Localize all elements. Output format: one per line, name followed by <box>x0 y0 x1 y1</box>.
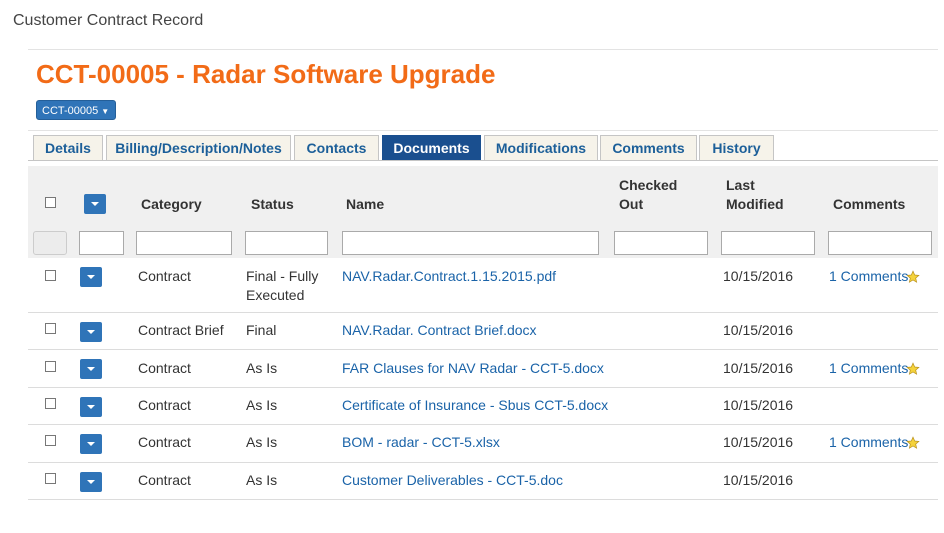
tabs-bottom-divider <box>28 160 938 161</box>
cell-last-modified: 10/15/2016 <box>723 434 794 450</box>
checked-out-line2: Out <box>619 196 644 212</box>
row-divider <box>28 424 938 425</box>
document-link[interactable]: Certificate of Insurance - Sbus CCT-5.do… <box>342 396 608 415</box>
filter-checked-out-input[interactable] <box>614 231 708 255</box>
cell-category: Contract <box>138 472 191 488</box>
column-header-comments[interactable]: Comments <box>833 195 905 214</box>
row-checkbox[interactable] <box>45 398 56 409</box>
bulk-actions-dropdown[interactable] <box>84 194 106 214</box>
star-icon <box>906 270 920 283</box>
checked-out-line1: Checked <box>619 177 678 193</box>
row-checkbox[interactable] <box>45 473 56 484</box>
row-actions-dropdown[interactable] <box>80 359 102 379</box>
breadcrumb: Customer Contract Record <box>13 12 204 29</box>
row-actions-dropdown[interactable] <box>80 267 102 287</box>
cell-category: Contract <box>138 434 191 450</box>
tab-modifications[interactable]: Modifications <box>484 135 598 161</box>
row-divider <box>28 312 938 313</box>
cell-status: Final <box>246 322 277 338</box>
row-divider <box>28 462 938 463</box>
row-checkbox[interactable] <box>45 435 56 446</box>
document-link[interactable]: NAV.Radar.Contract.1.15.2015.pdf <box>342 267 556 286</box>
tab-documents[interactable]: Documents <box>382 135 481 161</box>
tab-comments[interactable]: Comments <box>600 135 697 161</box>
row-divider <box>28 349 938 350</box>
column-header-last-modified[interactable]: Last Modified <box>726 176 784 214</box>
row-actions-dropdown[interactable] <box>80 397 102 417</box>
filter-last-modified-input[interactable] <box>721 231 815 255</box>
document-link[interactable]: FAR Clauses for NAV Radar - CCT-5.docx <box>342 359 604 378</box>
document-link[interactable]: NAV.Radar. Contract Brief.docx <box>342 321 537 340</box>
last-modified-line1: Last <box>726 177 755 193</box>
record-menu-label: CCT-00005 <box>42 105 99 117</box>
column-header-name[interactable]: Name <box>346 195 384 214</box>
record-menu-button[interactable]: CCT-00005 ▼ <box>36 100 116 120</box>
filter-placeholder <box>33 231 67 255</box>
status-line1: Final - Fully <box>246 268 319 284</box>
header-divider <box>28 49 938 50</box>
cell-category: Contract Brief <box>138 322 224 338</box>
row-actions-dropdown[interactable] <box>80 434 102 454</box>
cell-status: As Is <box>246 360 278 376</box>
last-modified-line2: Modified <box>726 196 784 212</box>
tab-contacts[interactable]: Contacts <box>294 135 379 161</box>
filter-comments-input[interactable] <box>828 231 932 255</box>
cell-status: Final - Fully Executed <box>246 267 318 305</box>
row-checkbox[interactable] <box>45 323 56 334</box>
filter-name-input[interactable] <box>342 231 599 255</box>
status-line2: Executed <box>246 287 305 303</box>
column-header-checked-out[interactable]: Checked Out <box>619 176 677 214</box>
caret-down-icon: ▼ <box>101 107 110 116</box>
document-link[interactable]: BOM - radar - CCT-5.xlsx <box>342 433 500 452</box>
cell-status: As Is <box>246 434 278 450</box>
cell-last-modified: 10/15/2016 <box>723 322 794 338</box>
cell-category: Contract <box>138 268 191 284</box>
row-divider <box>28 499 938 500</box>
cell-last-modified: 10/15/2016 <box>723 397 794 413</box>
tabs-top-divider <box>28 130 938 131</box>
row-actions-dropdown[interactable] <box>80 322 102 342</box>
star-icon <box>906 436 920 449</box>
document-link[interactable]: Customer Deliverables - CCT-5.doc <box>342 471 563 490</box>
cell-status: As Is <box>246 472 278 488</box>
comments-link[interactable]: 1 Comments <box>829 433 908 452</box>
tab-details[interactable]: Details <box>33 135 103 161</box>
row-checkbox[interactable] <box>45 270 56 281</box>
row-divider <box>28 387 938 388</box>
comments-link[interactable]: 1 Comments <box>829 359 908 378</box>
tab-history[interactable]: History <box>699 135 774 161</box>
row-actions-dropdown[interactable] <box>80 472 102 492</box>
star-icon <box>906 362 920 375</box>
column-header-status[interactable]: Status <box>251 195 294 214</box>
cell-category: Contract <box>138 360 191 376</box>
cell-last-modified: 10/15/2016 <box>723 472 794 488</box>
select-all-checkbox[interactable] <box>45 197 56 208</box>
tab-billing-description-notes[interactable]: Billing/Description/Notes <box>106 135 291 161</box>
cell-status: As Is <box>246 397 278 413</box>
filter-category-input[interactable] <box>136 231 232 255</box>
cell-last-modified: 10/15/2016 <box>723 268 794 284</box>
comments-link[interactable]: 1 Comments <box>829 267 908 286</box>
filter-actions[interactable] <box>79 231 124 255</box>
page-title: CCT-00005 - Radar Software Upgrade <box>36 59 496 89</box>
cell-category: Contract <box>138 397 191 413</box>
column-header-category[interactable]: Category <box>141 195 202 214</box>
cell-last-modified: 10/15/2016 <box>723 360 794 376</box>
filter-status-input[interactable] <box>245 231 328 255</box>
row-checkbox[interactable] <box>45 361 56 372</box>
